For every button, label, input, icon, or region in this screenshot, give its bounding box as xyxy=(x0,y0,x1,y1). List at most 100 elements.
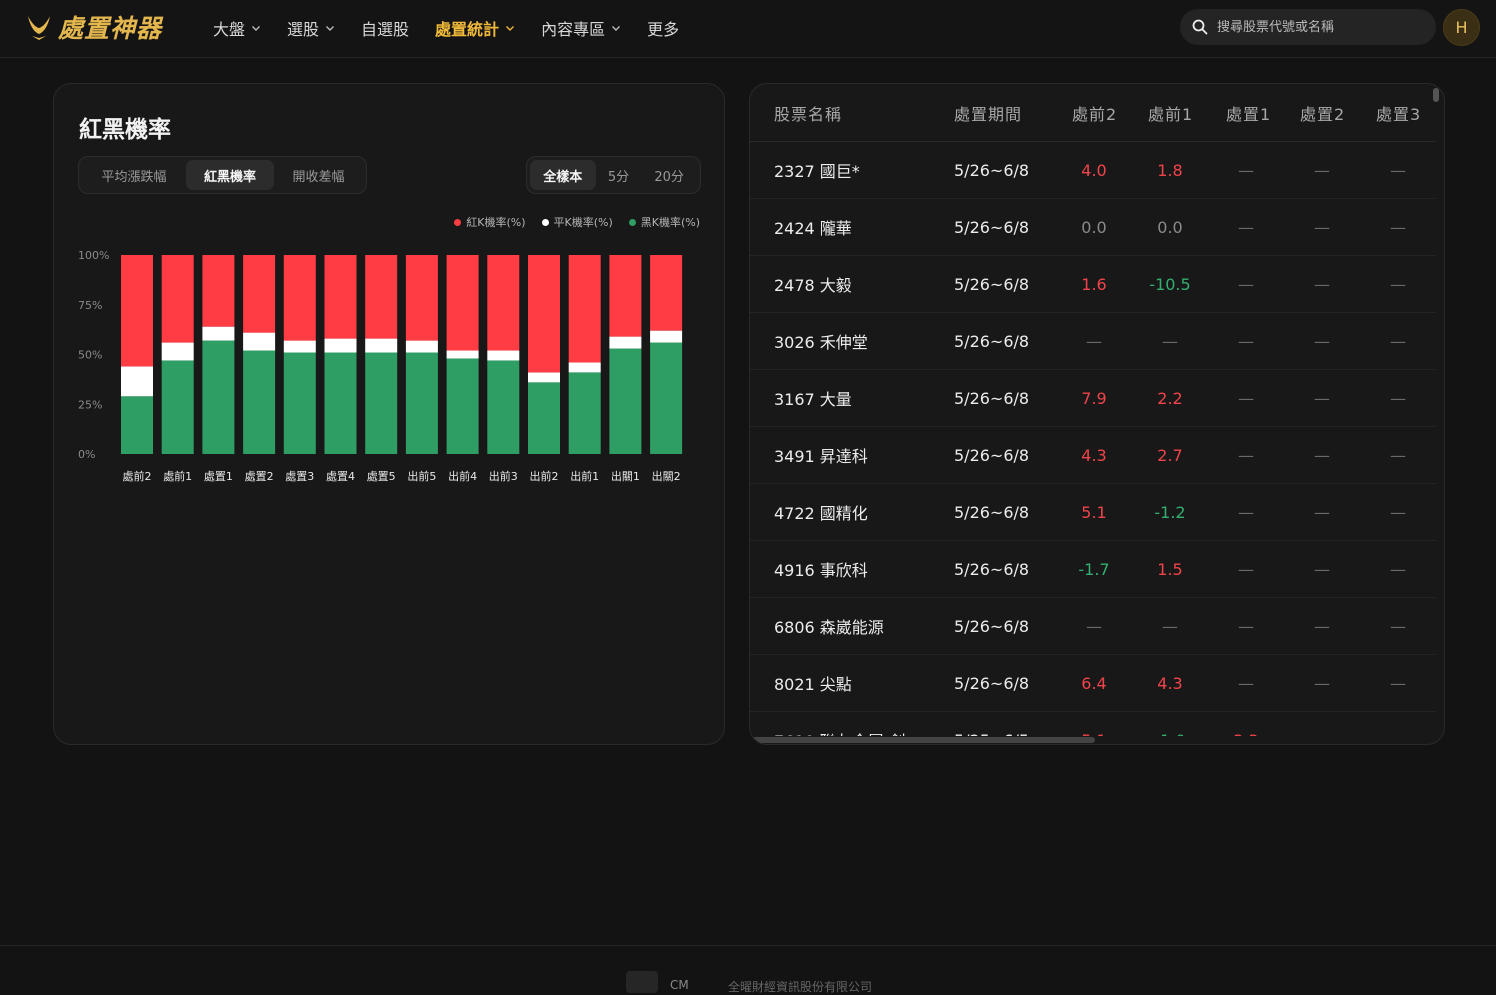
bar-segment[interactable] xyxy=(324,352,357,454)
x-tick-label: 處置4 xyxy=(326,469,355,483)
stock-name[interactable]: 4916 事欣科 xyxy=(774,557,868,581)
column-header[interactable]: 股票名稱 xyxy=(774,101,842,125)
bar-segment[interactable] xyxy=(446,255,479,351)
search-box[interactable] xyxy=(1180,9,1436,45)
user-avatar[interactable]: H xyxy=(1443,9,1480,46)
tab-20-score[interactable]: 20分 xyxy=(641,160,697,190)
bar-segment[interactable] xyxy=(365,255,398,339)
stock-name[interactable]: 2424 隴華 xyxy=(774,215,852,239)
bar-segment[interactable] xyxy=(528,372,560,383)
table-row[interactable]: 7610 聯友金屬-創 5/25~6/5 5.1 -1.0 3.3 xyxy=(750,712,1436,737)
table-row[interactable]: 2478 大毅 5/26~6/8 1.6 -10.5 — — — xyxy=(750,256,1436,313)
bar-segment[interactable] xyxy=(161,360,194,454)
bar-segment[interactable] xyxy=(405,340,438,353)
table-row[interactable]: 8021 尖點 5/26~6/8 6.4 4.3 — — — xyxy=(750,655,1436,712)
bar-segment[interactable] xyxy=(283,255,316,341)
stock-name[interactable]: 3167 大量 xyxy=(774,386,852,410)
stock-name[interactable]: 3026 禾伸堂 xyxy=(774,329,868,353)
tab-open-close-diff[interactable]: 開收差幅 xyxy=(274,160,363,190)
bar-segment[interactable] xyxy=(487,350,520,361)
bar-segment[interactable] xyxy=(609,348,642,454)
bar-segment[interactable] xyxy=(202,340,235,454)
bar-segment[interactable] xyxy=(528,382,560,454)
column-header[interactable]: 處前1 xyxy=(1148,101,1193,125)
tab-5-score[interactable]: 5分 xyxy=(596,160,642,190)
bar-segment[interactable] xyxy=(405,352,438,454)
bar-segment[interactable] xyxy=(568,372,601,454)
nav-item-content[interactable]: 內容專區 xyxy=(541,16,621,40)
table-row[interactable]: 3026 禾伸堂 5/26~6/8 — — — — — xyxy=(750,313,1436,370)
column-header[interactable]: 處置2 xyxy=(1300,101,1345,125)
brand-logo[interactable]: 處置神器 xyxy=(24,10,162,44)
bar-segment[interactable] xyxy=(487,255,520,351)
horizontal-scrollbar[interactable] xyxy=(752,737,1095,743)
legend-red[interactable]: 紅K機率(%) xyxy=(454,214,526,230)
column-header[interactable]: 處置期間 xyxy=(954,101,1022,125)
bar-segment[interactable] xyxy=(568,255,601,363)
legend-black[interactable]: 黑K機率(%) xyxy=(628,214,700,230)
disposal-period: 5/26~6/8 xyxy=(954,445,1030,465)
bar-segment[interactable] xyxy=(609,255,642,337)
change-value: 1.5 xyxy=(1157,559,1183,579)
nav-item-more[interactable]: 更多 xyxy=(647,16,679,40)
bar-segment[interactable] xyxy=(243,255,276,333)
bar-segment[interactable] xyxy=(365,338,398,353)
bar-segment[interactable] xyxy=(487,360,520,454)
stock-name[interactable]: 6806 森崴能源 xyxy=(774,614,884,638)
table-row[interactable]: 2327 國巨* 5/26~6/8 4.0 1.8 — — — xyxy=(750,142,1436,199)
bar-segment[interactable] xyxy=(446,358,479,454)
column-header[interactable]: 處置3 xyxy=(1376,101,1421,125)
search-input[interactable] xyxy=(1217,19,1417,35)
stock-name[interactable]: 7610 聯友金屬-創 xyxy=(774,728,906,736)
table-row[interactable]: 2424 隴華 5/26~6/8 0.0 0.0 — — — xyxy=(750,199,1436,256)
bar-segment[interactable] xyxy=(324,255,357,339)
table-row[interactable]: 6806 森崴能源 5/26~6/8 — — — — — xyxy=(750,598,1436,655)
table-row[interactable]: 3491 昇達科 5/26~6/8 4.3 2.7 — — — xyxy=(750,427,1436,484)
bar-segment[interactable] xyxy=(609,336,642,349)
bar-segment[interactable] xyxy=(243,332,276,351)
stock-name[interactable]: 2478 大毅 xyxy=(774,272,852,296)
stock-name[interactable]: 2327 國巨* xyxy=(774,158,860,182)
stock-name[interactable]: 8021 尖點 xyxy=(774,671,852,695)
bar-segment[interactable] xyxy=(283,352,316,454)
legend-flat[interactable]: 平K機率(%) xyxy=(541,214,613,230)
table-row[interactable]: 4722 國精化 5/26~6/8 5.1 -1.2 — — — xyxy=(750,484,1436,541)
bar-segment[interactable] xyxy=(243,350,276,454)
bar-segment[interactable] xyxy=(121,366,153,397)
table-row[interactable]: 4916 事欣科 5/26~6/8 -1.7 1.5 — — — xyxy=(750,541,1436,598)
stock-name[interactable]: 3491 昇達科 xyxy=(774,443,868,467)
column-header[interactable]: 處置1 xyxy=(1226,101,1271,125)
bar-segment[interactable] xyxy=(202,326,235,341)
vertical-scrollbar[interactable] xyxy=(1433,88,1439,102)
bar-segment[interactable] xyxy=(568,362,601,373)
x-tick-label: 出關1 xyxy=(611,469,640,483)
nav-item-market[interactable]: 大盤 xyxy=(213,16,261,40)
column-header[interactable]: 處前2 xyxy=(1072,101,1117,125)
bar-segment[interactable] xyxy=(161,255,194,343)
bar-segment[interactable] xyxy=(161,342,194,361)
bar-segment[interactable] xyxy=(202,255,235,327)
change-value: — xyxy=(1238,388,1254,408)
bar-segment[interactable] xyxy=(121,255,153,367)
tab-all-samples[interactable]: 全樣本 xyxy=(530,160,596,190)
stock-name[interactable]: 4722 國精化 xyxy=(774,500,868,524)
bar-segment[interactable] xyxy=(446,350,479,359)
nav-item-watchlist[interactable]: 自選股 xyxy=(361,16,409,40)
table-row[interactable]: 3167 大量 5/26~6/8 7.9 2.2 — — — xyxy=(750,370,1436,427)
nav-item-screener[interactable]: 選股 xyxy=(287,16,335,40)
bar-segment[interactable] xyxy=(283,340,316,353)
bar-segment[interactable] xyxy=(121,396,153,454)
tab-red-black-prob[interactable]: 紅黑機率 xyxy=(186,160,274,190)
metric-tabs: 平均漲跌幅 紅黑機率 開收差幅 xyxy=(78,156,367,194)
bar-segment[interactable] xyxy=(365,352,398,454)
bar-segment[interactable] xyxy=(650,330,683,343)
bar-segment[interactable] xyxy=(650,255,683,331)
bar-segment[interactable] xyxy=(528,255,560,373)
bar-segment[interactable] xyxy=(405,255,438,341)
nav-label: 處置統計 xyxy=(435,20,500,39)
change-value: — xyxy=(1314,217,1330,237)
nav-item-disposal-stats[interactable]: 處置統計 xyxy=(435,16,515,40)
tab-avg-change[interactable]: 平均漲跌幅 xyxy=(82,160,186,190)
bar-segment[interactable] xyxy=(324,338,357,353)
bar-segment[interactable] xyxy=(650,342,683,454)
